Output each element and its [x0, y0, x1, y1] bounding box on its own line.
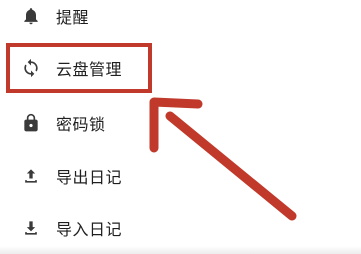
upload-icon: [20, 165, 42, 187]
settings-menu-screen: 提醒 云盘管理 密码锁 导出日记 导入日记: [0, 0, 361, 254]
menu-item-label: 密码锁: [56, 115, 106, 134]
menu-item-label: 导出日记: [56, 168, 123, 187]
menu-item-reminder[interactable]: 提醒: [0, 0, 361, 36]
menu-item-export-diary[interactable]: 导出日记: [0, 156, 361, 196]
menu-item-label: 云盘管理: [56, 60, 123, 79]
menu-item-password-lock[interactable]: 密码锁: [0, 103, 361, 143]
menu-item-cloud-drive[interactable]: 云盘管理: [0, 48, 361, 88]
menu-item-label: 导入日记: [56, 220, 123, 239]
lock-icon: [20, 112, 42, 134]
bottom-shade: [0, 246, 361, 254]
menu-item-label: 提醒: [56, 8, 90, 27]
sync-icon: [20, 57, 42, 79]
bell-icon: [20, 5, 42, 27]
menu-item-import-diary[interactable]: 导入日记: [0, 208, 361, 248]
download-icon: [20, 217, 42, 239]
